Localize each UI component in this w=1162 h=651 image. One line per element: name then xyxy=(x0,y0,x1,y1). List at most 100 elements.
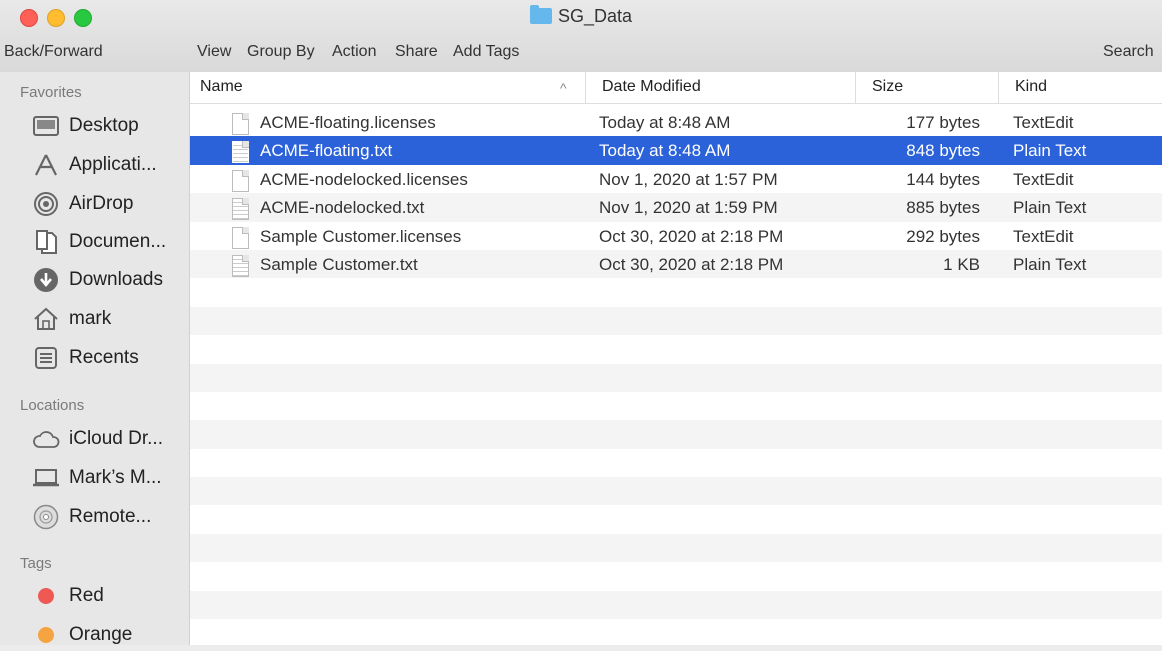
file-name: ACME-nodelocked.txt xyxy=(260,198,425,218)
file-kind: TextEdit xyxy=(1013,113,1074,132)
airdrop-icon xyxy=(32,191,60,217)
sidebar-item-label: iCloud Dr... xyxy=(69,428,163,449)
sidebar-item-label: Red xyxy=(69,585,104,606)
add-tags-button[interactable]: Add Tags xyxy=(453,43,519,61)
file-name: ACME-floating.licenses xyxy=(260,113,436,132)
table-row[interactable]: ACME-nodelocked.licenses Nov 1, 2020 at … xyxy=(190,165,1162,193)
file-name: ACME-floating.txt xyxy=(260,141,393,161)
disc-icon xyxy=(32,504,60,530)
sidebar-item-label: Recents xyxy=(69,347,139,368)
document-icon xyxy=(232,226,249,249)
sidebar-item-label: Remote... xyxy=(69,506,152,527)
empty-row xyxy=(190,449,1162,477)
tags-header: Tags xyxy=(20,555,52,572)
sidebar-item-label: Mark’s M... xyxy=(69,467,162,488)
file-name: ACME-nodelocked.licenses xyxy=(260,169,468,189)
downloads-icon xyxy=(32,267,60,293)
sidebar-item-applications[interactable]: Applicati... xyxy=(32,149,182,181)
window-title-text: SG_Data xyxy=(557,6,633,26)
empty-row xyxy=(190,590,1162,620)
text-file-icon xyxy=(232,198,249,221)
file-size: 848 bytes xyxy=(906,141,980,161)
file-kind: TextEdit xyxy=(1013,169,1074,189)
sidebar-item-label: Downloads xyxy=(69,269,163,290)
window-title: SG_Data xyxy=(0,5,1162,27)
applications-icon xyxy=(32,152,60,178)
file-date: Oct 30, 2020 at 2:18 PM xyxy=(599,254,784,274)
sidebar: Favorites Desktop Applicati... AirDrop D… xyxy=(0,72,190,645)
column-header-kind[interactable]: Kind xyxy=(1015,78,1047,96)
sidebar-item-desktop[interactable]: Desktop xyxy=(32,110,182,142)
sidebar-item-label: Orange xyxy=(69,624,133,645)
file-size: 885 bytes xyxy=(906,198,980,218)
file-size: 1 KB xyxy=(943,254,980,274)
red-tag-icon xyxy=(32,583,60,609)
favorites-header: Favorites xyxy=(20,84,82,101)
empty-row xyxy=(190,335,1162,363)
file-kind: TextEdit xyxy=(1013,226,1074,246)
file-date: Oct 30, 2020 at 2:18 PM xyxy=(599,226,784,246)
sidebar-item-airdrop[interactable]: AirDrop xyxy=(32,188,182,220)
locations-header: Locations xyxy=(20,397,85,414)
file-rows: ACME-floating.licenses Today at 8:48 AM … xyxy=(190,108,1162,645)
column-header-name[interactable]: Name xyxy=(200,78,243,96)
home-icon xyxy=(32,306,60,332)
file-name: Sample Customer.txt xyxy=(260,254,418,274)
folder-icon xyxy=(529,5,552,24)
table-row[interactable]: ACME-floating.txt Today at 8:48 AM 848 b… xyxy=(190,136,1162,165)
file-size: 177 bytes xyxy=(906,113,980,132)
file-date: Today at 8:48 AM xyxy=(599,113,731,132)
file-date: Nov 1, 2020 at 1:57 PM xyxy=(599,169,778,189)
empty-row xyxy=(190,278,1162,306)
empty-row xyxy=(190,420,1162,449)
sidebar-item-tag-orange[interactable]: Orange xyxy=(32,619,182,651)
column-header-date-modified[interactable]: Date Modified xyxy=(602,78,701,96)
empty-row xyxy=(190,562,1162,590)
sort-ascending-icon[interactable]: ^ xyxy=(560,80,567,96)
sidebar-item-remote-disc[interactable]: Remote... xyxy=(32,501,182,533)
sidebar-item-label: Documen... xyxy=(69,231,167,252)
text-file-icon xyxy=(232,254,249,277)
file-size: 292 bytes xyxy=(906,226,980,246)
empty-row xyxy=(190,619,1162,645)
sidebar-item-recents[interactable]: Recents xyxy=(32,342,182,374)
group-by-button[interactable]: Group By xyxy=(247,43,315,61)
file-date: Nov 1, 2020 at 1:59 PM xyxy=(599,198,778,218)
empty-row xyxy=(190,306,1162,336)
sidebar-item-tag-red[interactable]: Red xyxy=(32,580,182,612)
sidebar-item-documents[interactable]: Documen... xyxy=(32,226,182,258)
column-header-size[interactable]: Size xyxy=(872,78,903,96)
recents-icon xyxy=(32,345,60,371)
text-file-icon xyxy=(232,141,249,164)
cloud-icon xyxy=(32,426,60,452)
file-size: 144 bytes xyxy=(906,169,980,189)
file-date: Today at 8:48 AM xyxy=(599,141,731,161)
sidebar-item-icloud[interactable]: iCloud Dr... xyxy=(32,423,182,455)
search-button[interactable]: Search xyxy=(1103,43,1154,61)
file-list: Name ^ Date Modified Size Kind ACME-floa… xyxy=(190,72,1162,645)
share-button[interactable]: Share xyxy=(395,43,438,61)
desktop-icon xyxy=(32,113,60,139)
table-row[interactable]: Sample Customer.txt Oct 30, 2020 at 2:18… xyxy=(190,249,1162,279)
empty-row xyxy=(190,505,1162,533)
documents-icon xyxy=(32,229,60,255)
document-icon xyxy=(232,113,249,135)
table-row[interactable]: ACME-nodelocked.txt Nov 1, 2020 at 1:59 … xyxy=(190,193,1162,222)
table-row[interactable]: ACME-floating.licenses Today at 8:48 AM … xyxy=(190,108,1162,136)
empty-row xyxy=(190,392,1162,420)
laptop-icon xyxy=(32,465,60,491)
view-button[interactable]: View xyxy=(197,43,231,61)
action-button[interactable]: Action xyxy=(332,43,376,61)
document-icon xyxy=(232,169,249,192)
sidebar-item-downloads[interactable]: Downloads xyxy=(32,264,182,296)
sidebar-item-macbook[interactable]: Mark’s M... xyxy=(32,462,182,494)
file-name: Sample Customer.licenses xyxy=(260,226,462,246)
sidebar-item-label: Desktop xyxy=(69,115,139,136)
back-forward-button[interactable]: Back/Forward xyxy=(4,43,103,61)
table-row[interactable]: Sample Customer.licenses Oct 30, 2020 at… xyxy=(190,222,1162,250)
empty-row xyxy=(190,363,1162,392)
sidebar-item-mark[interactable]: mark xyxy=(32,303,182,335)
sidebar-item-label: AirDrop xyxy=(69,193,134,214)
sidebar-item-label: mark xyxy=(69,308,112,329)
empty-row xyxy=(190,477,1162,506)
